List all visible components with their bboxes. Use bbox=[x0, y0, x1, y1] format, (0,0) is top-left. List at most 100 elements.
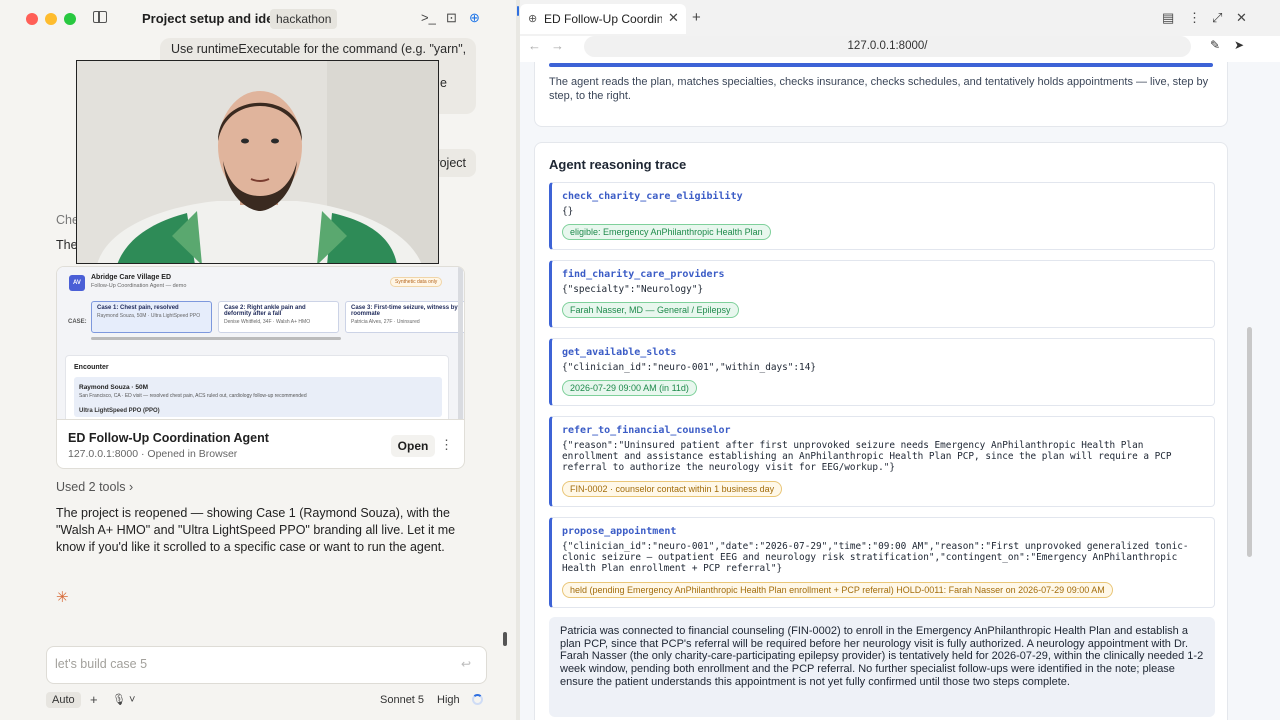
url-field[interactable]: 127.0.0.1:8000/ bbox=[584, 36, 1191, 57]
chat-pane: Project setup and ideas hackathon >_ ⊡ ⊕… bbox=[0, 0, 516, 720]
preview-case-subtitle: Denise Whitfield, 34F · Walsh A+ HMO bbox=[224, 319, 311, 325]
back-arrow-icon[interactable]: ← bbox=[528, 38, 541, 53]
intro-text: The agent reads the plan, matches specia… bbox=[549, 76, 1209, 102]
browser-pane: ⊕ ED Follow-Up Coordinator ✕ + ▤ ⋮ ⤢ ✕ ←… bbox=[520, 0, 1280, 720]
preview-case-label: CASE: bbox=[68, 319, 87, 325]
message-input[interactable] bbox=[55, 657, 435, 671]
terminal-icon[interactable]: >_ bbox=[421, 10, 436, 25]
tool-args: {} bbox=[562, 206, 574, 217]
tool-args: {"clinician_id":"neuro-001","date":"2026… bbox=[562, 541, 1189, 574]
trace-step: refer_to_financial_counselor {"reason":"… bbox=[549, 416, 1215, 507]
web-page: The agent reads the plan, matches specia… bbox=[520, 62, 1280, 720]
reasoning-trace-panel: Agent reasoning trace check_charity_care… bbox=[534, 142, 1228, 720]
pencil-icon[interactable]: ✎ bbox=[1210, 38, 1220, 52]
preview-side-scrollbar bbox=[458, 267, 463, 419]
user-message-text: Use runtimeExecutable for the command (e… bbox=[171, 42, 467, 56]
card-subtitle: 127.0.0.1:8000 · Opened in Browser bbox=[68, 448, 238, 460]
address-bar-row: ← → 127.0.0.1:8000/ ✎ ➤ bbox=[520, 36, 1280, 62]
close-icon[interactable]: ✕ bbox=[1236, 10, 1247, 26]
tool-name: get_available_slots bbox=[562, 347, 677, 358]
result-pill: Farah Nasser, MD — General / Epilepsy bbox=[562, 302, 739, 318]
app-window: Project setup and ideas hackathon >_ ⊡ ⊕… bbox=[0, 0, 1280, 720]
trace-step: get_available_slots {"clinician_id":"neu… bbox=[549, 338, 1215, 406]
user-message-tail: e bbox=[440, 76, 447, 90]
thinking-star-icon: ✳ bbox=[56, 589, 69, 606]
preview-app-title: Abridge Care Village ED bbox=[91, 274, 172, 281]
result-pill: eligible: Emergency AnPhilanthropic Heal… bbox=[562, 224, 771, 240]
preview-case-tab: Case 2: Right ankle pain and deformity a… bbox=[218, 301, 339, 333]
preview-case-title: Case 1: Chest pain, resolved bbox=[97, 305, 179, 311]
card-title: ED Follow-Up Coordination Agent bbox=[68, 431, 269, 445]
message-composer: ↩ bbox=[46, 646, 487, 684]
pointer-select-icon[interactable]: ➤ bbox=[1234, 38, 1244, 52]
globe-icon: ⊕ bbox=[528, 13, 538, 25]
preview-case-tab: Case 3: First-time seizure, witness by r… bbox=[345, 301, 464, 333]
more-vertical-icon[interactable]: ⋮ bbox=[1188, 10, 1201, 26]
forward-arrow-icon[interactable]: → bbox=[551, 38, 564, 53]
microphone-icon[interactable]: 🎙 ˅ bbox=[112, 693, 135, 706]
new-tab-icon[interactable]: + bbox=[692, 9, 701, 26]
trace-step: propose_appointment {"clinician_id":"neu… bbox=[549, 517, 1215, 608]
composer-toolbar: Auto + 🎙 ˅ Sonnet 5 High bbox=[46, 690, 490, 712]
page-scrollbar[interactable] bbox=[1247, 327, 1252, 557]
result-pill: held (pending Emergency AnPhilanthropic … bbox=[562, 582, 1113, 598]
tool-args: {"reason":"Uninsured patient after first… bbox=[562, 440, 1178, 473]
minimize-window-button[interactable] bbox=[45, 13, 57, 25]
tool-name: refer_to_financial_counselor bbox=[562, 425, 731, 436]
more-options-icon[interactable]: ⋮ bbox=[440, 437, 453, 453]
preview-case-subtitle: Raymond Souza, 50M · Ultra LightSpeed PP… bbox=[97, 313, 201, 319]
card-screenshot-preview: AV Abridge Care Village ED Follow-Up Coo… bbox=[57, 267, 464, 420]
preview-badge: Synthetic data only bbox=[390, 277, 443, 287]
tool-args: {"specialty":"Neurology"} bbox=[562, 284, 704, 295]
chat-toolbar: Project setup and ideas hackathon >_ ⊡ ⊕ bbox=[0, 0, 516, 38]
preview-case-tab: Case 1: Chest pain, resolved Raymond Sou… bbox=[91, 301, 212, 333]
layout-icon[interactable]: ▤ bbox=[1162, 10, 1174, 26]
tool-name: find_charity_care_providers bbox=[562, 269, 725, 280]
preview-encounter-plan: Ultra LightSpeed PPO (PPO) bbox=[79, 408, 160, 414]
progress-bar bbox=[549, 63, 1213, 67]
close-tab-icon[interactable]: ✕ bbox=[668, 10, 679, 26]
sidebar-toggle-icon[interactable] bbox=[93, 11, 107, 23]
browser-tab-bar: ⊕ ED Follow-Up Coordinator ✕ + ▤ ⋮ ⤢ ✕ bbox=[520, 0, 1280, 36]
preview-app-subtitle: Follow-Up Coordination Agent — demo bbox=[91, 283, 187, 289]
preview-logo: AV bbox=[69, 275, 85, 291]
chat-scrollbar[interactable] bbox=[503, 632, 507, 646]
tool-name: propose_appointment bbox=[562, 526, 677, 537]
webcam-video-overlay[interactable] bbox=[76, 60, 439, 264]
preview-scrollbar bbox=[91, 337, 341, 340]
used-tools-toggle[interactable]: Used 2 tools › bbox=[56, 480, 133, 494]
tab-title: ED Follow-Up Coordinator bbox=[544, 12, 662, 26]
trace-step: find_charity_care_providers {"specialty"… bbox=[549, 260, 1215, 328]
browser-tab[interactable]: ⊕ ED Follow-Up Coordinator ✕ bbox=[520, 4, 686, 34]
preview-case-title: Case 2: Right ankle pain and deformity a… bbox=[224, 305, 306, 317]
model-selector[interactable]: Sonnet 5 bbox=[380, 694, 424, 706]
trace-step: check_charity_care_eligibility {} eligib… bbox=[549, 182, 1215, 250]
preview-encounter-heading: Encounter bbox=[74, 364, 109, 371]
app-preview-card[interactable]: AV Abridge Care Village ED Follow-Up Coo… bbox=[56, 266, 465, 469]
expand-icon[interactable]: ⤢ bbox=[1212, 10, 1222, 26]
send-icon[interactable]: ↩ bbox=[461, 657, 471, 671]
assistant-message: The project is reopened — showing Case 1… bbox=[56, 506, 456, 554]
preview-case-title: Case 3: First-time seizure, witness by r… bbox=[351, 305, 458, 317]
effort-selector[interactable]: High bbox=[437, 694, 460, 706]
maximize-window-button[interactable] bbox=[64, 13, 76, 25]
add-icon[interactable]: + bbox=[90, 692, 98, 707]
result-pill: FIN-0002 · counselor contact within 1 bu… bbox=[562, 481, 783, 497]
partial-text: The bbox=[56, 238, 78, 252]
tool-args: {"clinician_id":"neuro-001","within_days… bbox=[562, 362, 816, 373]
open-button[interactable]: Open bbox=[391, 435, 435, 457]
project-badge: hackathon bbox=[270, 9, 338, 29]
trace-title: Agent reasoning trace bbox=[549, 157, 687, 172]
preview-encounter-name: Raymond Souza · 50M bbox=[79, 384, 148, 391]
globe-icon[interactable]: ⊕ bbox=[469, 10, 480, 26]
result-pill: 2026-07-29 09:00 AM (in 11d) bbox=[562, 380, 697, 396]
close-window-button[interactable] bbox=[26, 13, 38, 25]
person-silhouette-icon bbox=[77, 61, 438, 263]
intro-panel: The agent reads the plan, matches specia… bbox=[534, 62, 1228, 127]
tool-name: check_charity_care_eligibility bbox=[562, 191, 743, 202]
summary-text: Patricia was connected to financial coun… bbox=[549, 617, 1215, 717]
project-title: Project setup and ideas bbox=[142, 11, 288, 26]
preview-case-subtitle: Patricia Alves, 27F · Uninsured bbox=[351, 319, 420, 325]
window-icon[interactable]: ⊡ bbox=[446, 10, 457, 26]
mode-selector[interactable]: Auto bbox=[46, 692, 81, 708]
